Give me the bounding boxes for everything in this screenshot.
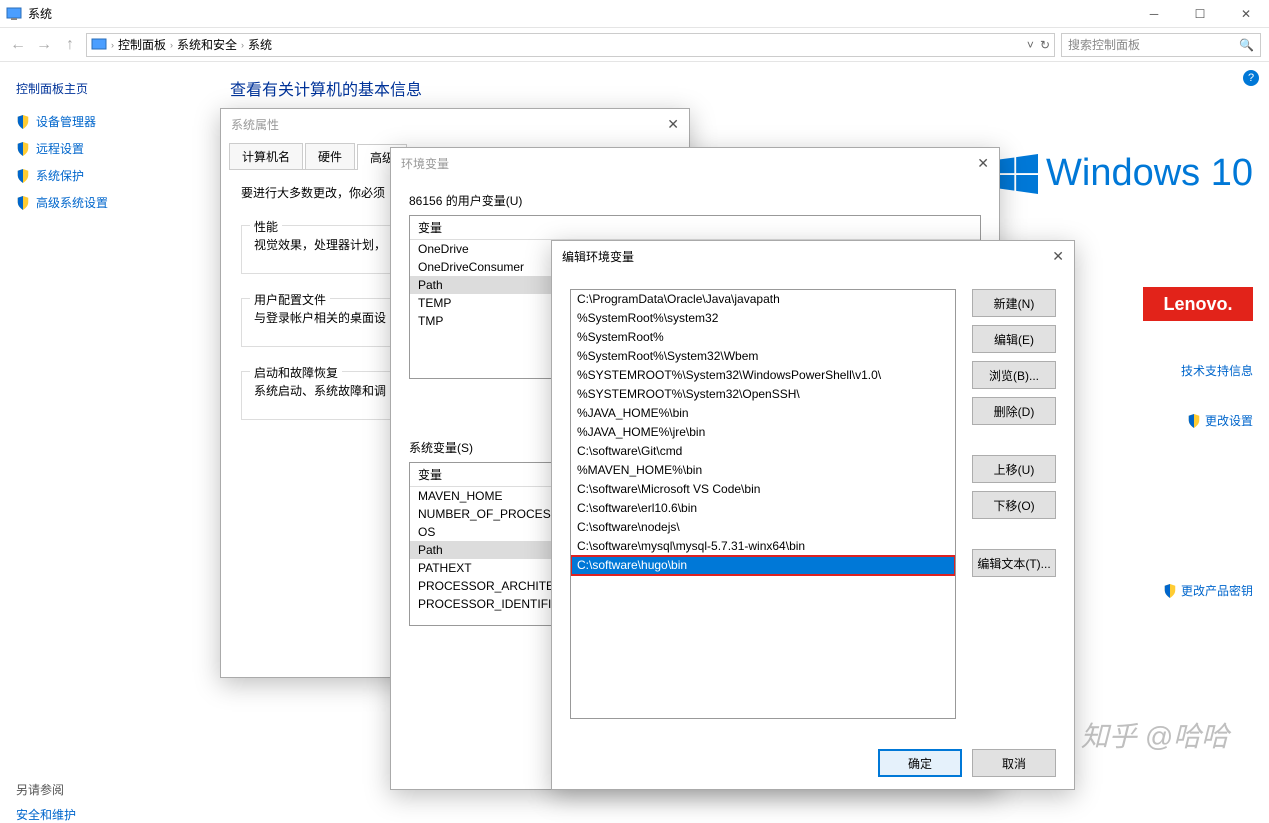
path-row[interactable]: C:\software\hugo\bin [571,556,955,575]
path-row[interactable]: %JAVA_HOME%\jre\bin [571,423,955,442]
page-heading: 查看有关计算机的基本信息 [230,76,1249,100]
window-titlebar: 系统 ─ ☐ ✕ [0,0,1269,28]
browse-button[interactable]: 浏览(B)... [972,361,1056,389]
watermark: 知乎 @哈哈 [1081,715,1229,755]
path-row[interactable]: %SYSTEMROOT%\System32\WindowsPowerShell\… [571,366,955,385]
dialog-title: 环境变量 [401,155,449,172]
left-nav: 控制面板主页 设备管理器远程设置系统保护高级系统设置 另请参阅 安全和维护 [0,62,210,790]
navigation-bar: ← → ↑ › 控制面板 › 系统和安全 › 系统 ˅↻ 搜索控制面板 🔍 [0,28,1269,62]
search-input[interactable]: 搜索控制面板 🔍 [1061,33,1261,57]
user-vars-label: 86156 的用户变量(U) [409,192,999,209]
breadcrumb[interactable]: › 控制面板 › 系统和安全 › 系统 ˅↻ [86,33,1055,57]
edit-text-button[interactable]: 编辑文本(T)... [972,549,1056,577]
sidebar-link[interactable]: 设备管理器 [16,113,194,130]
ok-button[interactable]: 确定 [878,749,962,777]
close-icon[interactable]: ✕ [1052,248,1064,265]
sidebar-link[interactable]: 高级系统设置 [16,194,194,211]
security-maintenance-link[interactable]: 安全和维护 [16,806,194,823]
refresh-icon[interactable]: ↻ [1040,38,1050,52]
path-row[interactable]: C:\ProgramData\Oracle\Java\javapath [571,290,955,309]
close-icon[interactable]: ✕ [977,155,989,172]
edit-button[interactable]: 编辑(E) [972,325,1056,353]
windows-logo: Windows 10 [998,152,1253,195]
shield-icon [16,169,30,183]
path-row[interactable]: %SYSTEMROOT%\System32\OpenSSH\ [571,385,955,404]
monitor-icon [91,37,107,53]
sidebar-link[interactable]: 系统保护 [16,167,194,184]
shield-icon [16,142,30,156]
system-icon [6,6,22,22]
path-row[interactable]: %SystemRoot% [571,328,955,347]
sidebar-link[interactable]: 远程设置 [16,140,194,157]
shield-icon [1163,584,1177,598]
search-icon: 🔍 [1239,38,1254,52]
path-list[interactable]: C:\ProgramData\Oracle\Java\javapath%Syst… [570,289,956,719]
breadcrumb-item[interactable]: 系统 [248,36,272,53]
forward-button[interactable]: → [34,36,54,54]
dialog-title: 编辑环境变量 [562,248,634,265]
tab[interactable]: 硬件 [305,143,355,169]
up-button[interactable]: ↑ [60,36,80,54]
shield-icon [16,115,30,129]
new-button[interactable]: 新建(N) [972,289,1056,317]
shield-icon [1187,414,1201,428]
path-row[interactable]: %SystemRoot%\System32\Wbem [571,347,955,366]
dialog-title: 系统属性 [231,116,279,133]
delete-button[interactable]: 删除(D) [972,397,1056,425]
move-up-button[interactable]: 上移(U) [972,455,1056,483]
tab[interactable]: 计算机名 [229,143,303,169]
tech-support-link[interactable]: 技术支持信息 [1181,362,1253,379]
close-icon[interactable]: ✕ [667,116,679,133]
breadcrumb-item[interactable]: 系统和安全 [177,36,237,53]
edit-environment-variable-dialog: 编辑环境变量 ✕ C:\ProgramData\Oracle\Java\java… [551,240,1075,790]
path-row[interactable]: C:\software\Microsoft VS Code\bin [571,480,955,499]
move-down-button[interactable]: 下移(O) [972,491,1056,519]
path-row[interactable]: %JAVA_HOME%\bin [571,404,955,423]
minimize-button[interactable]: ─ [1131,0,1177,28]
back-button[interactable]: ← [8,36,28,54]
cancel-button[interactable]: 取消 [972,749,1056,777]
path-row[interactable]: C:\software\Git\cmd [571,442,955,461]
path-row[interactable]: %MAVEN_HOME%\bin [571,461,955,480]
path-row[interactable]: C:\software\erl10.6\bin [571,499,955,518]
change-product-key-link[interactable]: 更改产品密钥 [1163,582,1253,599]
path-row[interactable]: %SystemRoot%\system32 [571,309,955,328]
shield-icon [16,196,30,210]
chevron-down-icon[interactable]: ˅ [1027,38,1034,52]
close-button[interactable]: ✕ [1223,0,1269,28]
control-panel-home-link[interactable]: 控制面板主页 [16,80,194,97]
maximize-button[interactable]: ☐ [1177,0,1223,28]
breadcrumb-item[interactable]: 控制面板 [118,36,166,53]
change-settings-link[interactable]: 更改设置 [1187,412,1253,429]
window-title: 系统 [28,5,52,22]
lenovo-logo: Lenovo. [1143,287,1253,321]
path-row[interactable]: C:\software\mysql\mysql-5.7.31-winx64\bi… [571,537,955,556]
path-row[interactable]: C:\software\nodejs\ [571,518,955,537]
